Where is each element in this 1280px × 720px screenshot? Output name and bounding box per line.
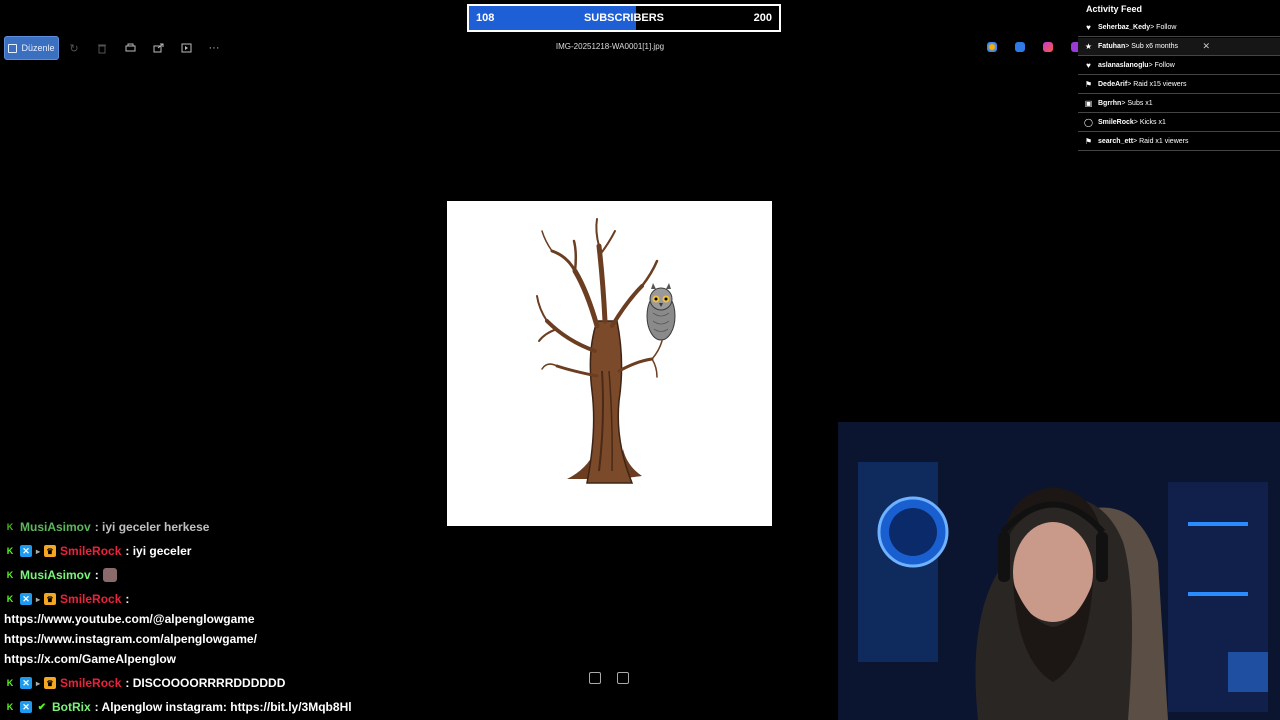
chat-message: K MusiAsimov : iyi geceler herkese [4,520,210,534]
chat-username: SmileRock [60,592,122,606]
x-badge-icon: ✕ [20,701,32,713]
filename: IMG-20251218-WA0001[1].jpg [555,42,665,51]
feed-action: > Subs x1 [1121,100,1153,107]
raid-icon: ⚑ [1084,80,1093,89]
feed-action: > Follow [1148,62,1175,69]
streamer-webcam-image [838,422,1280,720]
chat-text: : iyi geceler [125,544,192,558]
feed-user: search_ett [1098,138,1134,145]
chat-message: K ✕ ✔ BotRix : Alpenglow instagram: http… [4,700,352,714]
x-badge-icon: ✕ [20,545,32,557]
feed-item: ♥ Seherbaz_Kedy > Follow [1078,19,1280,37]
subscriber-goal: 200 [753,12,772,24]
kick-icon: ◯ [1084,118,1093,127]
feed-item: ◯ SmileRock > Kicks x1 [1078,114,1280,132]
subscriber-goal-bar: 108 SUBSCRIBERS 200 [467,4,781,32]
chat-message: K ✕ ▸ ♛ SmileRock : [4,592,130,606]
delete-icon[interactable] [95,41,109,55]
arrow-icon: ▸ [36,678,41,688]
x-badge-icon: ✕ [20,593,32,605]
chat-username: MusiAsimov [20,520,91,534]
crown-badge-icon: ♛ [44,545,57,557]
feed-action: > Follow [1150,24,1177,31]
arrow-icon: ▸ [36,594,41,604]
photo-viewer-toolbar: Düzenle ↻ ··· IMG-20251218-WA0001[1].jpg [0,36,1081,62]
chat-text: : DISCOOOORRRRDDDDDD [125,676,286,690]
activity-feed-title: Activity Feed [1086,4,1143,14]
arrow-icon: ▸ [36,546,41,556]
owl [646,283,676,341]
webcam-feed [838,422,1280,720]
feed-action: > Raid x1 viewers [1133,138,1189,145]
subscriber-title: SUBSCRIBERS [583,12,665,24]
chat-message: K ✕ ▸ ♛ SmileRock : DISCOOOORRRRDDDDDD [4,676,286,690]
emote-icon [102,568,117,582]
feed-item: ⚑ search_ett > Raid x1 viewers [1078,133,1280,151]
kick-badge-icon: K [6,522,14,532]
print-icon[interactable] [123,41,137,55]
slideshow-icon[interactable] [179,41,193,55]
kick-badge-icon: K [6,678,14,688]
crown-badge-icon: ♛ [44,677,57,689]
feed-user: Seherbaz_Kedy [1098,24,1151,31]
chat-link[interactable]: https://www.instagram.com/alpenglowgame/ [4,632,257,646]
feed-action: > Sub x6 months [1125,43,1178,50]
more-icon[interactable]: ··· [207,41,221,55]
feed-item: ⚑ DedeArif > Raid x15 viewers [1078,76,1280,94]
chat-text: : Alpenglow instagram: https://bit.ly/3M… [94,700,352,714]
chat-link[interactable]: https://x.com/GameAlpenglow [4,652,176,666]
x-badge-icon: ✕ [20,677,32,689]
chat-text: : [94,568,99,582]
kick-badge-icon: K [6,546,14,556]
feed-action: > Kicks x1 [1133,119,1166,126]
feed-user: SmileRock [1098,119,1134,126]
crown-badge-icon: ♛ [44,593,57,605]
chat-message: K MusiAsimov : [4,568,117,582]
feed-item[interactable]: ★ Fatuhan > Sub x6 months ✕ [1078,38,1280,56]
chat-username: SmileRock [60,544,122,558]
photo-canvas [447,201,772,526]
feed-user: Bgrrhn [1098,100,1122,107]
heart-icon: ♥ [1086,61,1091,70]
chat-text: : [125,592,130,606]
share-icon[interactable] [151,41,165,55]
feed-user: DedeArif [1098,81,1128,88]
kick-badge-icon: K [6,570,14,580]
feed-user: Fatuhan [1098,43,1126,50]
chat-overlay: K MusiAsimov : iyi geceler herkese K ✕ ▸… [0,520,838,720]
heart-icon: ♥ [1086,23,1091,32]
clipchamp-icon[interactable] [1043,42,1053,52]
kick-badge-icon: K [6,594,14,604]
gift-icon: ▣ [1084,99,1093,108]
raid-icon: ⚑ [1084,137,1093,146]
pencil-icon [8,43,18,53]
tree-with-owl-illustration [536,218,676,484]
feed-item: ▣ Bgrrhn > Subs x1 [1078,95,1280,113]
edit-button-label: Düzenle [21,43,55,53]
verified-icon: ✔ [37,701,47,713]
edit-button[interactable]: Düzenle [4,36,59,60]
kick-badge-icon: K [6,702,14,712]
feed-user: aslanaslanoglu [1098,62,1149,69]
chat-text: : iyi geceler herkese [94,520,210,534]
chat-username: SmileRock [60,676,122,690]
chat-username: BotRix [52,700,91,714]
designer-icon[interactable] [1015,42,1025,52]
close-icon[interactable]: ✕ [1202,41,1210,52]
activity-feed: Activity Feed ♥ Seherbaz_Kedy > Follow ★… [1078,0,1280,160]
fullscreen-icon[interactable] [589,672,601,684]
star-icon: ★ [1084,42,1093,51]
feed-item: ♥ aslanaslanoglu > Follow [1078,57,1280,75]
chat-username: MusiAsimov [20,568,91,582]
copilot-icon[interactable] [987,42,997,52]
chat-link[interactable]: https://www.youtube.com/@alpenglowgame [4,612,255,626]
feed-action: > Raid x15 viewers [1127,81,1187,88]
chat-message: K ✕ ▸ ♛ SmileRock : iyi geceler [4,544,192,558]
fit-to-window-icon[interactable] [617,672,629,684]
rotate-icon[interactable]: ↻ [67,41,81,55]
